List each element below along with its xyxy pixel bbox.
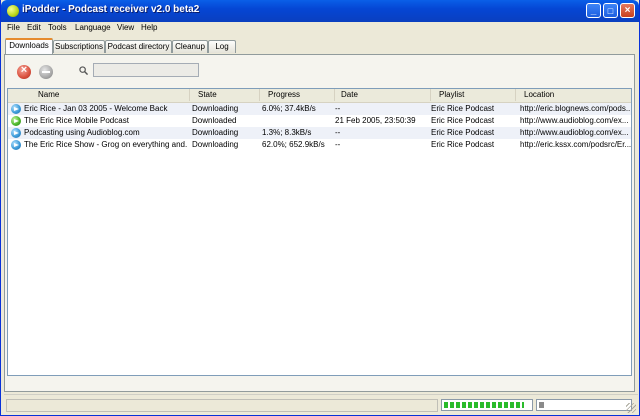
row-state: Downloading <box>192 140 239 149</box>
column-header-location[interactable]: Location <box>516 89 631 101</box>
table-row[interactable]: The Eric Rice Show - Grog on everything … <box>8 139 631 151</box>
row-progress: 6.0%; 37.4kB/s <box>262 104 316 113</box>
column-header-date[interactable]: Date <box>335 89 431 101</box>
maximize-button[interactable]: □ <box>603 3 618 18</box>
menu-language[interactable]: Language <box>75 23 111 32</box>
row-date: -- <box>335 128 341 137</box>
row-playlist: Eric Rice Podcast <box>431 140 495 149</box>
tab-podcast-directory[interactable]: Podcast directory <box>105 40 172 53</box>
column-header-playlist[interactable]: Playlist <box>431 89 516 101</box>
row-name: The Eric Rice Show - Grog on everything … <box>24 140 188 149</box>
downloaded-status-icon <box>11 116 21 126</box>
tab-subscriptions[interactable]: Subscriptions <box>53 40 105 53</box>
search-input[interactable] <box>93 63 199 77</box>
downloads-panel: Name State Progress Date Playlist Locati… <box>4 54 635 392</box>
app-window: iPodder - Podcast receiver v2.0 beta2 _ … <box>0 0 640 416</box>
status-bar <box>4 394 638 415</box>
menu-bar: File Edit Tools Language View Help <box>1 22 639 36</box>
title-bar[interactable]: iPodder - Podcast receiver v2.0 beta2 _ … <box>1 0 639 22</box>
row-playlist: Eric Rice Podcast <box>431 104 495 113</box>
download-progress-bar <box>441 399 533 411</box>
downloading-status-icon <box>11 104 21 114</box>
tab-downloads[interactable]: Downloads <box>5 38 53 54</box>
row-location: http://www.audioblog.com/ex... <box>520 128 629 137</box>
row-playlist: Eric Rice Podcast <box>431 116 495 125</box>
row-state: Downloaded <box>192 116 237 125</box>
resize-grip[interactable] <box>626 403 636 413</box>
column-header-name[interactable]: Name <box>8 89 190 101</box>
downloading-status-icon <box>11 140 21 150</box>
table-row[interactable]: Podcasting using Audioblog.com Downloadi… <box>8 127 631 139</box>
ipodder-logo-icon <box>7 5 19 17</box>
tab-log[interactable]: Log <box>208 40 236 53</box>
row-location: http://eric.kssx.com/podsrc/Er... <box>520 140 631 149</box>
row-name: Eric Rice - Jan 03 2005 - Welcome Back <box>24 104 168 113</box>
menu-help[interactable]: Help <box>141 23 157 32</box>
remove-download-button[interactable] <box>39 65 53 79</box>
tab-strip: Downloads Subscriptions Podcast director… <box>1 38 639 54</box>
row-playlist: Eric Rice Podcast <box>431 128 495 137</box>
row-name: The Eric Rice Mobile Podcast <box>24 116 129 125</box>
row-state: Downloading <box>192 104 239 113</box>
row-progress: 62.0%; 652.9kB/s <box>262 140 325 149</box>
row-location: http://www.audioblog.com/ex... <box>520 116 629 125</box>
secondary-progress-fill <box>539 402 544 408</box>
row-date: -- <box>335 104 341 113</box>
minimize-button[interactable]: _ <box>586 3 601 18</box>
row-location: http://eric.blognews.com/pods... <box>520 104 631 113</box>
menu-edit[interactable]: Edit <box>27 23 41 32</box>
cancel-download-button[interactable] <box>17 64 31 79</box>
row-state: Downloading <box>192 128 239 137</box>
row-date: -- <box>335 140 341 149</box>
search-icon <box>79 66 88 75</box>
download-progress-fill <box>444 402 524 408</box>
row-date: 21 Feb 2005, 23:50:39 <box>335 116 416 125</box>
status-text <box>6 399 438 412</box>
downloading-status-icon <box>11 128 21 138</box>
row-progress <box>262 115 334 127</box>
menu-file[interactable]: File <box>7 23 20 32</box>
row-name: Podcasting using Audioblog.com <box>24 128 140 137</box>
list-header: Name State Progress Date Playlist Locati… <box>8 89 631 103</box>
menu-view[interactable]: View <box>117 23 134 32</box>
column-header-progress[interactable]: Progress <box>260 89 335 101</box>
downloads-list[interactable]: Name State Progress Date Playlist Locati… <box>7 88 632 376</box>
menu-tools[interactable]: Tools <box>48 23 67 32</box>
window-title: iPodder - Podcast receiver v2.0 beta2 <box>22 4 200 15</box>
table-row[interactable]: Eric Rice - Jan 03 2005 - Welcome Back D… <box>8 103 631 115</box>
secondary-progress-bar <box>536 399 632 411</box>
table-row[interactable]: The Eric Rice Mobile Podcast Downloaded … <box>8 115 631 127</box>
close-button[interactable]: × <box>620 3 635 18</box>
row-progress: 1.3%; 8.3kB/s <box>262 128 312 137</box>
tab-cleanup[interactable]: Cleanup <box>172 40 208 53</box>
column-header-state[interactable]: State <box>190 89 260 101</box>
